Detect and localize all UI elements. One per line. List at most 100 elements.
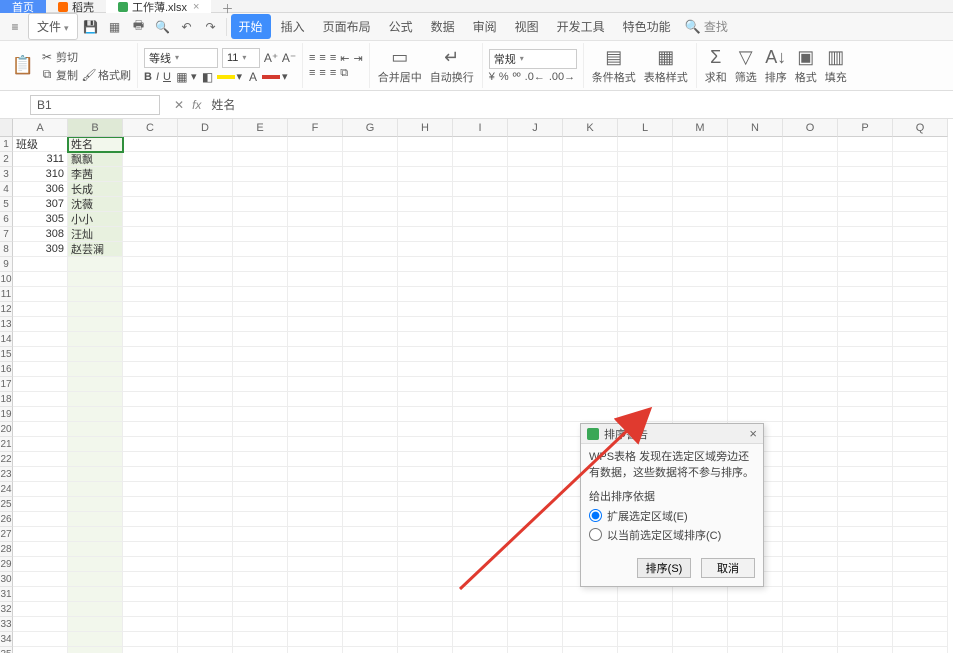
- cell-D13[interactable]: [178, 317, 233, 332]
- cell-M7[interactable]: [673, 227, 728, 242]
- close-icon[interactable]: ×: [749, 426, 757, 441]
- print-preview-icon[interactable]: 🔍: [152, 16, 174, 38]
- cell-A5[interactable]: 307: [13, 197, 68, 212]
- cell-P27[interactable]: [838, 527, 893, 542]
- cell-O11[interactable]: [783, 287, 838, 302]
- cell-B16[interactable]: [68, 362, 123, 377]
- cell-D32[interactable]: [178, 602, 233, 617]
- cell-M10[interactable]: [673, 272, 728, 287]
- cell-B17[interactable]: [68, 377, 123, 392]
- cell-G33[interactable]: [343, 617, 398, 632]
- cell-A20[interactable]: [13, 422, 68, 437]
- cell-D10[interactable]: [178, 272, 233, 287]
- cell-K1[interactable]: [563, 137, 618, 152]
- cell-N16[interactable]: [728, 362, 783, 377]
- cell-O10[interactable]: [783, 272, 838, 287]
- cell-F34[interactable]: [288, 632, 343, 647]
- cell-H22[interactable]: [398, 452, 453, 467]
- cell-L19[interactable]: [618, 407, 673, 422]
- cell-Q18[interactable]: [893, 392, 948, 407]
- row-header[interactable]: 11: [0, 287, 13, 302]
- cell-Q14[interactable]: [893, 332, 948, 347]
- cell-L6[interactable]: [618, 212, 673, 227]
- cell-C7[interactable]: [123, 227, 178, 242]
- cell-E29[interactable]: [233, 557, 288, 572]
- cell-F35[interactable]: [288, 647, 343, 653]
- font-size-combo[interactable]: 11▾: [222, 48, 260, 68]
- cell-A22[interactable]: [13, 452, 68, 467]
- copy-button[interactable]: ⧉复制: [40, 67, 78, 83]
- cell-F7[interactable]: [288, 227, 343, 242]
- cell-K10[interactable]: [563, 272, 618, 287]
- cell-P14[interactable]: [838, 332, 893, 347]
- cell-K11[interactable]: [563, 287, 618, 302]
- cell-O15[interactable]: [783, 347, 838, 362]
- cell-A15[interactable]: [13, 347, 68, 362]
- row-header[interactable]: 30: [0, 572, 13, 587]
- cell-A34[interactable]: [13, 632, 68, 647]
- cell-H13[interactable]: [398, 317, 453, 332]
- cell-D27[interactable]: [178, 527, 233, 542]
- cell-O4[interactable]: [783, 182, 838, 197]
- cell-Q6[interactable]: [893, 212, 948, 227]
- cell-D25[interactable]: [178, 497, 233, 512]
- cut-button[interactable]: ✂剪切: [40, 49, 131, 65]
- column-header-K[interactable]: K: [563, 119, 618, 137]
- cell-I22[interactable]: [453, 452, 508, 467]
- cell-K5[interactable]: [563, 197, 618, 212]
- cell-Q11[interactable]: [893, 287, 948, 302]
- row-header[interactable]: 24: [0, 482, 13, 497]
- cell-F21[interactable]: [288, 437, 343, 452]
- cell-G26[interactable]: [343, 512, 398, 527]
- cell-B31[interactable]: [68, 587, 123, 602]
- name-box[interactable]: B1: [30, 95, 160, 115]
- cell-A26[interactable]: [13, 512, 68, 527]
- cell-E20[interactable]: [233, 422, 288, 437]
- cell-N12[interactable]: [728, 302, 783, 317]
- cell-Q31[interactable]: [893, 587, 948, 602]
- cell-B29[interactable]: [68, 557, 123, 572]
- cell-A24[interactable]: [13, 482, 68, 497]
- currency-button[interactable]: ¥: [489, 71, 495, 83]
- tab-dashi[interactable]: 稻壳: [46, 0, 106, 13]
- cell-H35[interactable]: [398, 647, 453, 653]
- cell-C4[interactable]: [123, 182, 178, 197]
- cell-C26[interactable]: [123, 512, 178, 527]
- cell-K3[interactable]: [563, 167, 618, 182]
- cell-I28[interactable]: [453, 542, 508, 557]
- cell-Q20[interactable]: [893, 422, 948, 437]
- cell-A7[interactable]: 308: [13, 227, 68, 242]
- cell-A33[interactable]: [13, 617, 68, 632]
- cell-K19[interactable]: [563, 407, 618, 422]
- cell-J13[interactable]: [508, 317, 563, 332]
- cell-Q22[interactable]: [893, 452, 948, 467]
- cell-O8[interactable]: [783, 242, 838, 257]
- cell-O33[interactable]: [783, 617, 838, 632]
- row-header[interactable]: 31: [0, 587, 13, 602]
- cell-I10[interactable]: [453, 272, 508, 287]
- cell-O32[interactable]: [783, 602, 838, 617]
- cell-A31[interactable]: [13, 587, 68, 602]
- cell-O19[interactable]: [783, 407, 838, 422]
- cell-H27[interactable]: [398, 527, 453, 542]
- cell-B30[interactable]: [68, 572, 123, 587]
- format-painter-button[interactable]: 🖌格式刷: [82, 67, 131, 83]
- percent-button[interactable]: %: [499, 71, 509, 83]
- format-button[interactable]: ▣格式: [793, 47, 819, 85]
- cell-B33[interactable]: [68, 617, 123, 632]
- cell-G9[interactable]: [343, 257, 398, 272]
- cell-I5[interactable]: [453, 197, 508, 212]
- menu-pagelayout[interactable]: 页面布局: [315, 14, 379, 39]
- cell-A12[interactable]: [13, 302, 68, 317]
- cell-O35[interactable]: [783, 647, 838, 653]
- cell-L3[interactable]: [618, 167, 673, 182]
- cell-F27[interactable]: [288, 527, 343, 542]
- row-header[interactable]: 23: [0, 467, 13, 482]
- cell-D30[interactable]: [178, 572, 233, 587]
- cell-B15[interactable]: [68, 347, 123, 362]
- row-header[interactable]: 28: [0, 542, 13, 557]
- cell-C11[interactable]: [123, 287, 178, 302]
- cell-P1[interactable]: [838, 137, 893, 152]
- borders-button[interactable]: ▦▾: [175, 70, 197, 84]
- cell-D16[interactable]: [178, 362, 233, 377]
